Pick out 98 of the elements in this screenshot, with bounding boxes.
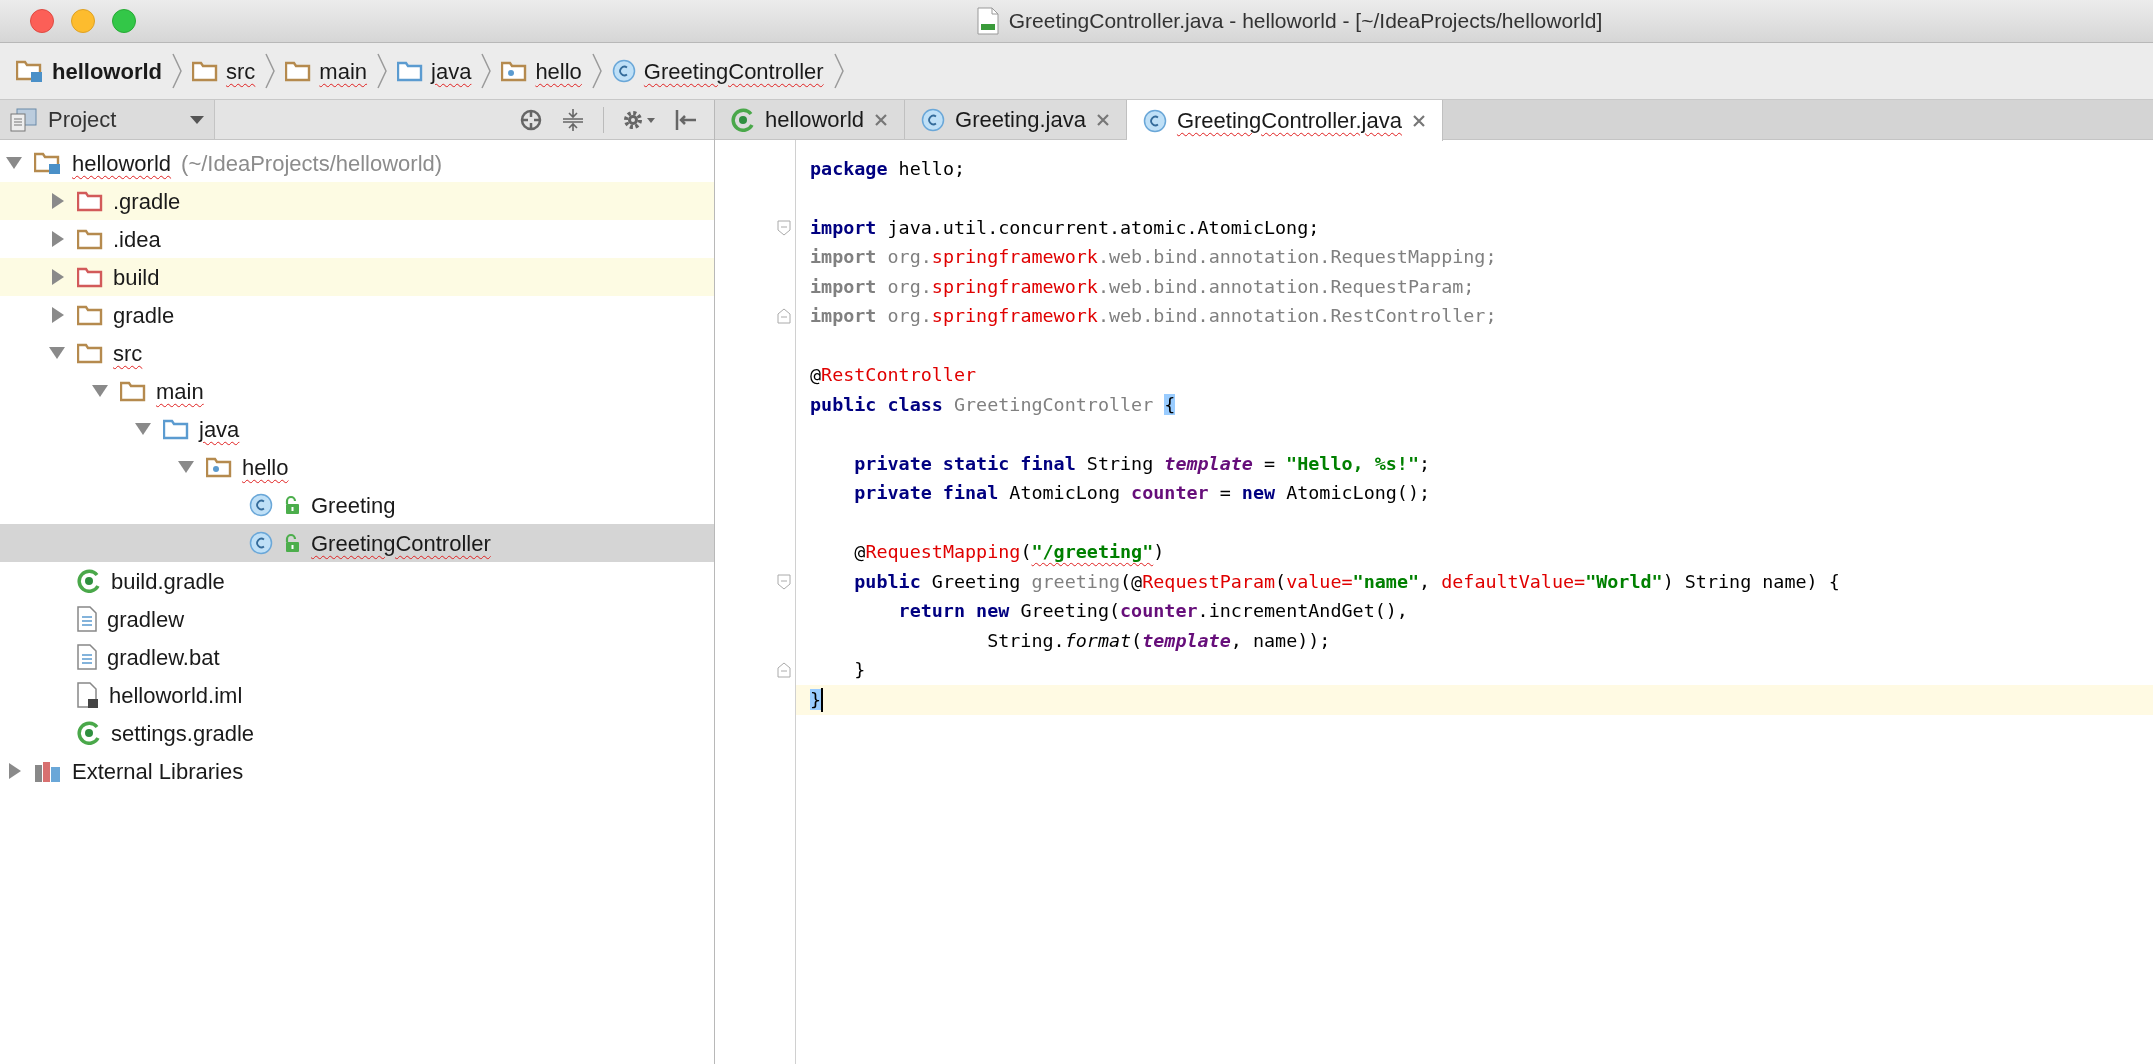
chevron-icon xyxy=(377,53,387,89)
lock-icon xyxy=(283,495,301,515)
view-selector[interactable]: Project xyxy=(0,100,215,139)
code-line: @RequestMapping("/greeting") xyxy=(853,540,1165,565)
gradle-icon xyxy=(77,721,101,745)
window-title: GreetingController.java - helloworld - [~/IdeaProjects/helloworld] xyxy=(1008,8,1603,35)
hide-panel-icon[interactable] xyxy=(674,107,698,132)
tree-item[interactable]: GreetingController xyxy=(0,524,714,562)
class-icon xyxy=(921,107,946,132)
class-icon xyxy=(611,59,636,83)
breadcrumb-item[interactable]: hello xyxy=(499,52,584,90)
code-line: String.format(template, name)); xyxy=(986,628,1331,653)
folder-icon xyxy=(192,60,218,82)
tree-item[interactable]: .idea xyxy=(0,220,714,258)
tree-item[interactable]: build xyxy=(0,258,714,296)
breadcrumb-item[interactable]: GreetingController xyxy=(609,52,826,90)
gradle-icon xyxy=(77,569,101,593)
dropdown-caret-icon xyxy=(190,115,204,124)
fold-icon[interactable] xyxy=(777,662,791,679)
tree-item[interactable]: hello xyxy=(0,448,714,486)
collapse-all-icon[interactable] xyxy=(561,107,585,132)
expanded-arrow-icon xyxy=(47,345,67,361)
folder-icon xyxy=(285,60,312,82)
chevron-icon xyxy=(265,53,276,89)
fold-icon[interactable] xyxy=(777,308,791,325)
module-file-icon xyxy=(77,682,99,708)
editor-tab[interactable]: helloworld xyxy=(715,100,906,139)
code-line: @RestController xyxy=(809,363,977,388)
tree-item[interactable]: Greeting xyxy=(0,486,714,524)
lock-icon xyxy=(283,533,301,553)
code-line: } xyxy=(853,658,866,683)
folder-icon xyxy=(163,418,189,440)
fold-icon[interactable] xyxy=(777,573,791,590)
tree-item[interactable]: settings.gradle xyxy=(0,714,714,752)
breadcrumb-item[interactable]: helloworld xyxy=(14,52,164,90)
expanded-arrow-icon xyxy=(4,155,24,171)
text-file-icon xyxy=(77,644,97,670)
code-line: private final AtomicLong counter = new AtomicLong(); xyxy=(853,481,1431,506)
folder-icon xyxy=(77,228,103,250)
breadcrumb-item[interactable]: src xyxy=(190,52,258,90)
package-icon xyxy=(206,456,232,478)
gradle-icon xyxy=(731,107,755,132)
tree-item[interactable]: main xyxy=(0,372,714,410)
zoom-button[interactable] xyxy=(112,9,136,33)
folder-icon xyxy=(77,190,103,212)
close-button[interactable] xyxy=(30,9,54,33)
code-line: return new Greeting(counter.incrementAndGet(), xyxy=(897,599,1408,624)
expanded-arrow-icon xyxy=(133,421,153,437)
code-line: public class GreetingController { xyxy=(809,392,1176,417)
fold-icon[interactable] xyxy=(777,219,791,236)
tree-item[interactable]: External Libraries xyxy=(0,752,714,790)
code-line: private static final String template = "Hello, %s!"; xyxy=(853,451,1431,476)
tree-item[interactable]: helloworld.iml xyxy=(0,676,714,714)
tree-item[interactable]: java xyxy=(0,410,714,448)
editor-tab[interactable]: Greeting.java xyxy=(905,100,1127,139)
libraries-icon xyxy=(34,759,62,783)
locate-icon[interactable] xyxy=(519,107,543,132)
tree-item[interactable]: gradlew.bat xyxy=(0,638,714,676)
minimize-button[interactable] xyxy=(71,9,95,33)
folder-icon xyxy=(77,342,103,364)
class-icon xyxy=(1142,108,1167,133)
code-line: package hello; xyxy=(809,156,966,181)
editor-tab[interactable]: GreetingController.java xyxy=(1126,100,1443,141)
code-line: public Greeting greeting(@RequestParam(value="name", defaultValue="World") String name) { xyxy=(853,569,1840,594)
project-view-icon xyxy=(10,107,38,132)
code-line: import java.util.concurrent.atomic.AtomicLong; xyxy=(809,215,1320,240)
java-file-icon xyxy=(976,7,999,35)
chevron-icon xyxy=(833,53,844,89)
folder-icon xyxy=(34,151,62,175)
folder-icon xyxy=(77,266,103,288)
package-icon xyxy=(501,60,528,82)
tree-item[interactable]: .gradle xyxy=(0,182,714,220)
close-icon xyxy=(874,112,889,127)
tree-item[interactable]: src xyxy=(0,334,714,372)
code-line: import org.springframework.web.bind.annotation.RequestParam; xyxy=(809,274,1475,299)
folder-icon xyxy=(16,59,44,83)
class-icon xyxy=(249,531,273,555)
close-icon xyxy=(1411,113,1426,128)
tree-item[interactable]: gradle xyxy=(0,296,714,334)
breadcrumb-item[interactable]: main xyxy=(283,52,369,90)
tree-item[interactable]: gradlew xyxy=(0,600,714,638)
text-cursor xyxy=(821,687,824,712)
class-icon xyxy=(249,493,273,517)
close-icon xyxy=(1095,112,1110,127)
tree-item[interactable]: build.gradle xyxy=(0,562,714,600)
tree-item[interactable]: helloworld (~/IdeaProjects/helloworld) xyxy=(0,144,714,182)
code-line: import org.springframework.web.bind.annotation.RequestMapping; xyxy=(809,245,1497,270)
expanded-arrow-icon xyxy=(176,459,196,475)
chevron-icon xyxy=(591,53,602,89)
chevron-icon xyxy=(172,53,182,89)
folder-icon xyxy=(397,60,423,82)
folder-icon xyxy=(120,380,146,402)
expanded-arrow-icon xyxy=(90,383,110,399)
chevron-icon xyxy=(481,53,492,89)
code-line: import org.springframework.web.bind.annotation.RestController; xyxy=(809,304,1497,329)
breadcrumb-item[interactable]: java xyxy=(395,52,474,90)
text-file-icon xyxy=(77,606,97,632)
folder-icon xyxy=(77,304,103,326)
